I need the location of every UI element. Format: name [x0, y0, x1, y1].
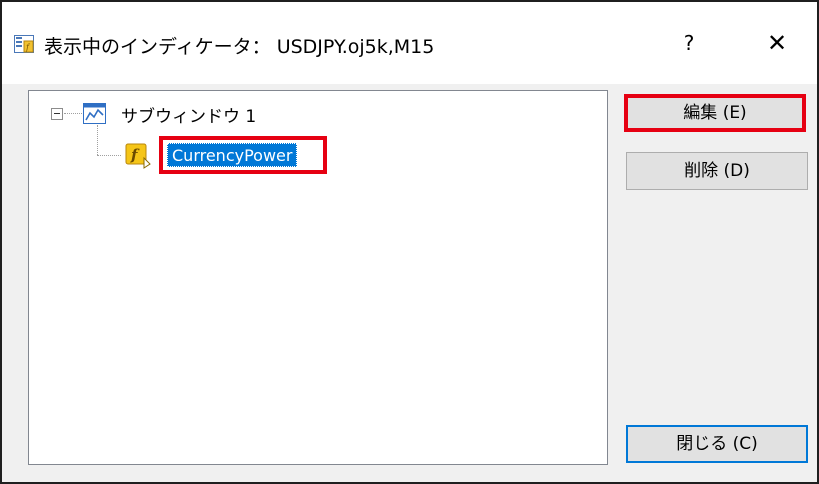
tree-connector: [97, 155, 121, 156]
delete-button-hotkey: (D): [723, 161, 750, 181]
title-bar: f 表示中のインディケータ： USDJPY.oj5k,M15 ? ✕: [2, 2, 817, 84]
tree-item-currencypower[interactable]: CurrencyPower: [167, 143, 298, 167]
subwindow-chart-icon: [83, 103, 106, 124]
close-window-button[interactable]: ✕: [762, 28, 792, 58]
indicators-dialog: f 表示中のインディケータ： USDJPY.oj5k,M15 ? ✕ サブウィン…: [0, 0, 819, 484]
indicator-tree[interactable]: サブウィンドウ 1 f CurrencyPower: [28, 90, 608, 465]
collapse-toggle-icon[interactable]: [51, 108, 63, 120]
help-button[interactable]: ?: [674, 28, 704, 58]
custom-indicator-icon: f: [125, 143, 151, 169]
edit-button[interactable]: 編集 (E): [624, 94, 806, 132]
dialog-title: 表示中のインディケータ： USDJPY.oj5k,M15: [44, 36, 435, 58]
delete-button[interactable]: 削除 (D): [626, 152, 808, 190]
indicator-list-icon: f: [14, 35, 34, 53]
tree-connector: [97, 125, 98, 155]
close-button-hotkey: (C): [732, 434, 758, 454]
tree-item-subwindow[interactable]: サブウィンドウ 1: [121, 102, 256, 127]
edit-button-label: 編集: [683, 103, 723, 123]
tree-connector: [64, 113, 82, 114]
close-button[interactable]: 閉じる (C): [626, 425, 808, 463]
indicator-highlight-box: CurrencyPower: [159, 136, 327, 174]
delete-button-label: 削除: [684, 161, 724, 181]
edit-button-hotkey: (E): [722, 103, 747, 123]
close-button-label: 閉じる: [676, 434, 733, 454]
